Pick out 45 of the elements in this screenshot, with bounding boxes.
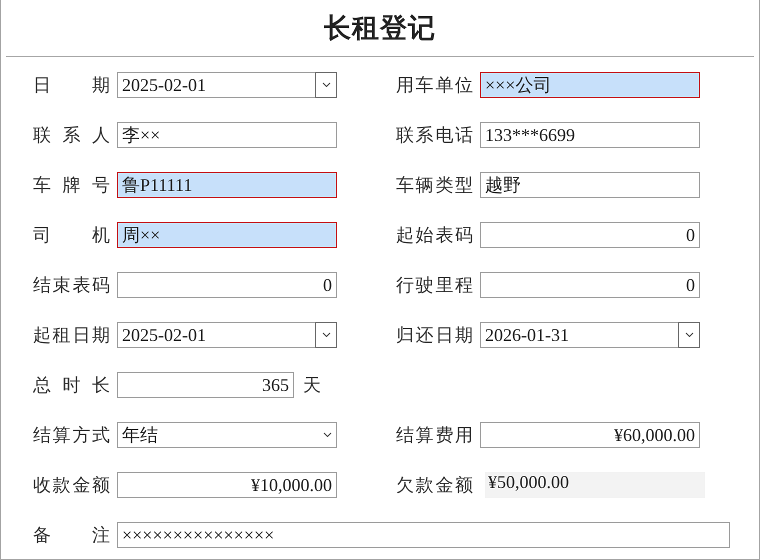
field-label: 日期: [33, 74, 110, 97]
dropdown-button[interactable]: [678, 322, 700, 348]
chevron-down-icon: [322, 332, 330, 338]
text-field[interactable]: 133***6699: [480, 122, 700, 148]
field-label: 联系电话: [396, 124, 473, 147]
field-label: 车辆类型: [396, 174, 473, 197]
text-field[interactable]: ×××××××××××××××: [117, 522, 730, 548]
number-field[interactable]: 0: [480, 272, 700, 298]
dropdown-button[interactable]: [315, 322, 337, 348]
number-field[interactable]: 0: [480, 222, 700, 248]
chevron-down-icon: [323, 432, 332, 438]
form-title: 长租登记: [324, 12, 436, 45]
date-field[interactable]: 2026-01-31: [480, 322, 700, 348]
field-label: 起始表码: [396, 224, 473, 247]
field-label: 联系人: [33, 124, 110, 147]
field-label: 结算费用: [396, 424, 473, 447]
chevron-down-icon: [322, 82, 330, 88]
field-label: 车牌号: [33, 174, 110, 197]
text-field[interactable]: 鲁P11111: [117, 172, 337, 198]
text-field[interactable]: 越野: [480, 172, 700, 198]
field-label: 总时长: [33, 374, 110, 397]
date-field[interactable]: 2025-02-01: [117, 322, 337, 348]
field-label: 用车单位: [396, 74, 473, 97]
chevron-down-icon: [684, 332, 694, 338]
field-label: 备注: [33, 524, 110, 547]
field-label: 收款金额: [33, 474, 110, 497]
dropdown-button[interactable]: [315, 72, 337, 98]
amount-display: ¥50,000.00: [485, 472, 705, 498]
number-field[interactable]: 365: [117, 372, 294, 398]
field-label: 欠款金额: [396, 474, 473, 497]
text-field[interactable]: 李××: [117, 122, 337, 148]
unit-label: 天: [303, 374, 321, 397]
number-field[interactable]: ¥60,000.00: [480, 422, 700, 448]
field-label: 结束表码: [33, 274, 110, 297]
field-label: 司机: [33, 224, 110, 247]
number-field[interactable]: 0: [117, 272, 337, 298]
field-label: 行驶里程: [396, 274, 473, 297]
field-label: 起租日期: [33, 324, 110, 347]
number-field[interactable]: ¥10,000.00: [117, 472, 337, 498]
field-label: 归还日期: [396, 324, 473, 347]
text-field[interactable]: 周××: [117, 222, 337, 248]
text-field[interactable]: ×××公司: [480, 72, 700, 98]
field-label: 结算方式: [33, 424, 110, 447]
select-field[interactable]: 年结: [117, 422, 337, 448]
date-field[interactable]: 2025-02-01: [117, 72, 337, 98]
